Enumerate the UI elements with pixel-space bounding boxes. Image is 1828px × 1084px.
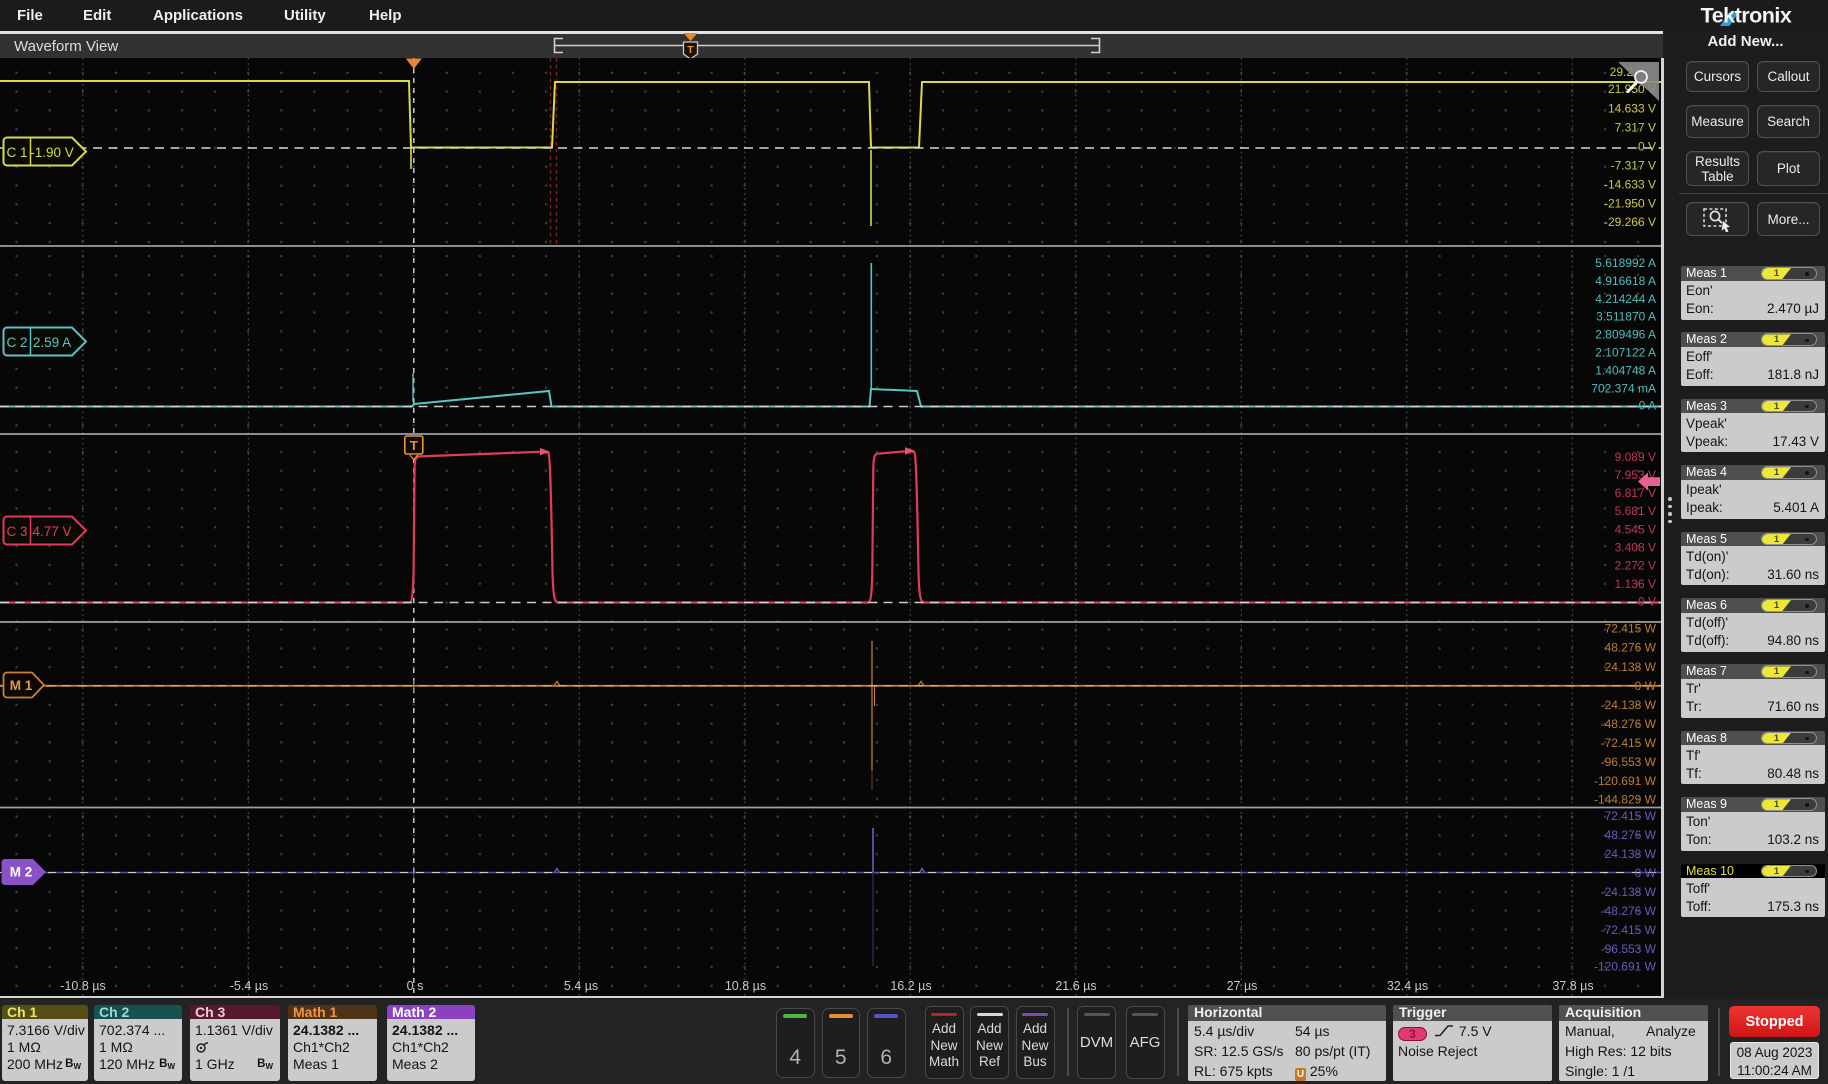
- svg-text:M 1: M 1: [10, 678, 33, 693]
- svg-text:4.214244 A: 4.214244 A: [1595, 292, 1656, 306]
- svg-text:0 V: 0 V: [1638, 595, 1656, 609]
- svg-text:4.77 V: 4.77 V: [32, 524, 71, 539]
- svg-text:6.817 V: 6.817 V: [1615, 486, 1656, 500]
- svg-text:702.374 mA: 702.374 mA: [1591, 382, 1656, 396]
- svg-text:4.545 V: 4.545 V: [1615, 523, 1656, 537]
- svg-text:72.415 W: 72.415 W: [1605, 809, 1657, 823]
- svg-text:32.4 µs: 32.4 µs: [1387, 979, 1428, 993]
- svg-text:-5.4 µs: -5.4 µs: [230, 979, 268, 993]
- svg-text:-120.691 W: -120.691 W: [1594, 774, 1657, 788]
- svg-text:-96.553 W: -96.553 W: [1601, 942, 1657, 956]
- svg-text:0 W: 0 W: [1635, 866, 1657, 880]
- svg-text:C 1: C 1: [6, 145, 27, 160]
- svg-text:-7.317 V: -7.317 V: [1611, 159, 1656, 173]
- svg-text:-1.90 V: -1.90 V: [30, 145, 74, 160]
- svg-text:1.136 V: 1.136 V: [1615, 577, 1656, 591]
- svg-text:24.138 W: 24.138 W: [1605, 660, 1657, 674]
- svg-text:1.404748 A: 1.404748 A: [1595, 364, 1656, 378]
- svg-text:2.107122 A: 2.107122 A: [1595, 346, 1656, 360]
- svg-text:T: T: [410, 438, 418, 453]
- svg-text:-21.950 V: -21.950 V: [1604, 197, 1656, 211]
- svg-text:5.618992 A: 5.618992 A: [1595, 256, 1656, 270]
- svg-text:48.276 W: 48.276 W: [1605, 641, 1657, 655]
- svg-text:-72.415 W: -72.415 W: [1601, 923, 1657, 937]
- svg-text:3.408 V: 3.408 V: [1615, 541, 1656, 555]
- svg-text:7.317 V: 7.317 V: [1615, 121, 1656, 135]
- svg-text:-24.138 W: -24.138 W: [1601, 885, 1657, 899]
- svg-text:24.138 W: 24.138 W: [1605, 847, 1657, 861]
- svg-text:0 V: 0 V: [1638, 140, 1656, 154]
- svg-text:21.6 µs: 21.6 µs: [1055, 979, 1096, 993]
- svg-text:0 s: 0 s: [407, 979, 424, 993]
- svg-text:37.8 µs: 37.8 µs: [1552, 979, 1593, 993]
- svg-text:T: T: [687, 44, 694, 56]
- svg-text:10.8 µs: 10.8 µs: [725, 979, 766, 993]
- svg-text:-120.691 W: -120.691 W: [1594, 960, 1657, 974]
- svg-text:2.272 V: 2.272 V: [1615, 559, 1656, 573]
- svg-text:14.633 V: 14.633 V: [1608, 102, 1656, 116]
- svg-text:-72.415 W: -72.415 W: [1601, 736, 1657, 750]
- svg-text:-48.276 W: -48.276 W: [1601, 717, 1657, 731]
- svg-text:M 2: M 2: [10, 865, 33, 880]
- svg-text:-29.266 V: -29.266 V: [1604, 215, 1656, 229]
- svg-text:0 A: 0 A: [1639, 399, 1656, 413]
- svg-text:-14.633 V: -14.633 V: [1604, 178, 1656, 192]
- svg-text:27 µs: 27 µs: [1227, 979, 1258, 993]
- svg-text:C 3: C 3: [6, 524, 27, 539]
- svg-text:2.809496 A: 2.809496 A: [1595, 328, 1656, 342]
- svg-text:3.511870 A: 3.511870 A: [1596, 310, 1656, 324]
- svg-text:5.4 µs: 5.4 µs: [564, 979, 598, 993]
- svg-text:16.2 µs: 16.2 µs: [890, 979, 931, 993]
- svg-text:4.916618 A: 4.916618 A: [1595, 274, 1656, 288]
- svg-text:-144.829 W: -144.829 W: [1594, 793, 1657, 807]
- svg-text:C 2: C 2: [6, 335, 27, 350]
- svg-text:48.276 W: 48.276 W: [1605, 828, 1657, 842]
- svg-text:2.59 A: 2.59 A: [33, 335, 71, 350]
- svg-text:5.681 V: 5.681 V: [1615, 504, 1656, 518]
- svg-text:72.415 W: 72.415 W: [1605, 622, 1657, 636]
- svg-text:9.089 V: 9.089 V: [1615, 450, 1656, 464]
- svg-text:-48.276 W: -48.276 W: [1601, 904, 1657, 918]
- svg-text:0 W: 0 W: [1635, 679, 1657, 693]
- svg-text:-10.8 µs: -10.8 µs: [60, 979, 105, 993]
- svg-text:-24.138 W: -24.138 W: [1601, 698, 1657, 712]
- svg-text:-96.553 W: -96.553 W: [1601, 755, 1657, 769]
